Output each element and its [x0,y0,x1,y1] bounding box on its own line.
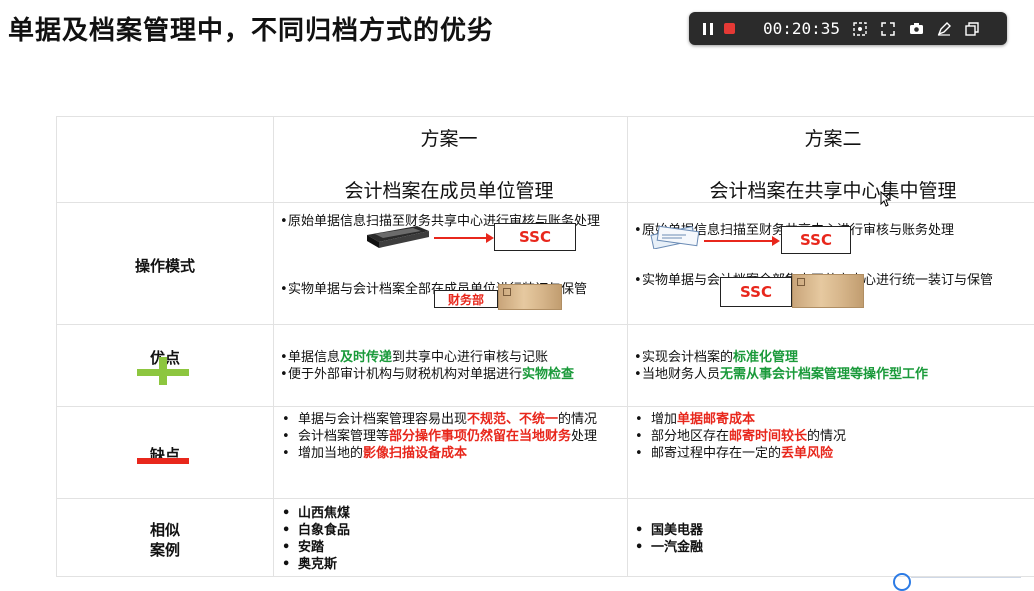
list-item: • 奥克斯 [282,557,338,572]
cases-label-line1: 相似 [149,521,180,539]
documents-icon [650,223,702,253]
cons-plan2: • 增加单据邮寄成本 • 部分地区存在邮寄时间较长的情况 • 邮寄过程中存在一定的丢单… [635,412,847,461]
finance-dept-box: 财务部 [434,290,498,308]
plan2-subtitle: 会计档案在共享中心集中管理 [709,180,957,202]
plan1-header: 方案一 会计档案在成员单位管理 [272,124,626,203]
list-item: • 白象食品 [282,523,351,538]
list-item: • 一汽金融 [635,540,704,555]
cases-plan2: • 国美电器 • 一汽金融 [635,522,835,556]
plan1-name: 方案一 [420,128,478,150]
list-item: • 国美电器 [635,523,704,538]
fullscreen-icon[interactable] [880,21,896,37]
cases-plan1: • 山西焦煤 • 白象食品 • 安踏 • 奥克斯 [282,505,482,573]
list-item: • 安踏 [282,540,325,555]
list-item: • 山西焦煤 [282,506,351,521]
pros-plan2: • 实现会计档案的标准化管理 • 当地财务人员无需从事会计档案管理等操作型工作 [634,350,929,382]
ssc-box-plan2-bottom: SSC [720,277,792,307]
screenshot-icon[interactable] [852,21,868,37]
archive-folder-icon [498,284,562,310]
cases-label-line2: 案例 [149,541,180,559]
pros-plan1: • 单据信息及时传递到共享中心进行审核与记账 • 便于外部审计机构与财税机构对单据进… [280,350,575,382]
row-label-cases: 相似 案例 [100,520,230,560]
cons-plan1: • 单据与会计档案管理容易出现不规范、不统一的情况 • 会计档案管理等部分操作事项仍… [282,412,598,461]
pause-icon[interactable] [703,22,713,35]
camera-icon[interactable] [908,21,924,37]
ssc-box-plan1: SSC [494,223,576,251]
floating-divider [911,577,1021,578]
plan2-header: 方案二 会计档案在共享中心集中管理 [626,124,1034,203]
recording-toolbar: 00:20:35 [689,12,1007,45]
scanner-icon [365,223,431,253]
pen-icon[interactable] [936,21,952,37]
stop-icon[interactable] [724,23,735,34]
minus-icon [137,458,189,464]
arrow-to-ssc [434,233,494,243]
mouse-cursor-icon [880,190,892,211]
slide-title: 单据及档案管理中，不同归档方式的优劣 [8,16,495,46]
plus-icon-vertical [159,357,167,385]
recording-timer: 00:20:35 [763,19,841,38]
row-label-operation: 操作模式 [134,257,195,275]
ssc-box-plan2-top: SSC [781,226,851,254]
archive-box-icon [792,274,864,308]
plan1-subtitle: 会计档案在成员单位管理 [344,180,554,202]
floating-circle-button[interactable] [893,573,911,591]
arrow-to-ssc-plan2 [704,236,780,246]
window-icon[interactable] [964,21,980,37]
plan2-name: 方案二 [804,128,862,150]
